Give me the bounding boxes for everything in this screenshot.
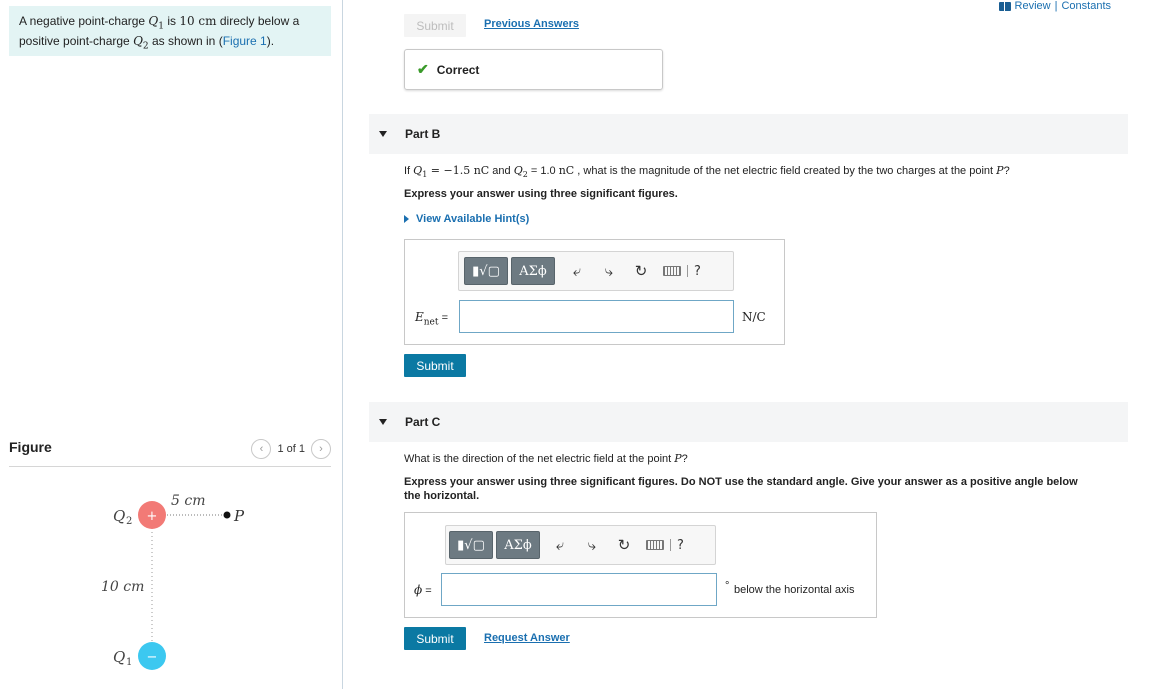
part-c-question: What is the direction of the net electri…: [404, 452, 688, 465]
view-hints-toggle[interactable]: View Available Hint(s): [404, 213, 529, 225]
part-c-answer-box: ▮√▢ ΑΣϕ ⤶ ⤷ ↻ ? ϕ = ° below the horizont…: [404, 512, 877, 618]
collapse-triangle-icon: [379, 131, 387, 137]
chevron-left-icon: ‹: [259, 443, 264, 455]
part-c-toolbar: ▮√▢ ΑΣϕ ⤶ ⤷ ↻ ?: [445, 525, 716, 565]
part-c-submit-button[interactable]: Submit: [404, 627, 466, 650]
phi-input[interactable]: [441, 573, 717, 606]
top-links-separator: |: [1054, 0, 1058, 12]
part-a-submit-button[interactable]: Submit: [404, 14, 466, 37]
keyboard-icon[interactable]: [644, 531, 666, 559]
e-net-label: Enet =: [415, 310, 448, 328]
review-link[interactable]: Review: [1015, 0, 1051, 12]
previous-answers-link[interactable]: Previous Answers: [484, 18, 579, 30]
horizontal-distance-label: 5 cm: [171, 493, 205, 509]
chevron-right-icon: ›: [319, 443, 323, 455]
part-c-header[interactable]: Part C: [369, 402, 1128, 442]
plus-sign: +: [147, 509, 158, 524]
problem-panel: A negative point-charge Q1 is 10 cm dire…: [0, 0, 343, 689]
templates-icon[interactable]: ▮√▢: [464, 257, 508, 285]
redo-icon[interactable]: ⤷: [578, 531, 606, 559]
part-b-answer-box: ▮√▢ ΑΣϕ ⤶ ⤷ ↻ ? Enet = N/C: [404, 239, 785, 345]
correct-feedback: ✔ Correct: [404, 49, 663, 90]
undo-icon[interactable]: ⤶: [546, 531, 574, 559]
next-figure-button[interactable]: ›: [311, 439, 331, 459]
hint-label: View Available Hint(s): [416, 213, 530, 225]
point-p-dot: [223, 511, 231, 519]
unit-label: N/C: [742, 310, 766, 324]
problem-statement: A negative point-charge Q1 is 10 cm dire…: [9, 6, 331, 56]
charge-figure: + − P Q 2 Q 1 5 cm 10 cm: [101, 493, 245, 670]
part-b-instruction: Express your answer using three signific…: [404, 188, 678, 200]
problem-line-2: positive point-charge Q2 as shown in (Fi…: [19, 34, 275, 52]
e-net-input[interactable]: [459, 300, 734, 333]
expand-triangle-icon: [404, 215, 409, 223]
greek-icon[interactable]: ΑΣϕ: [511, 257, 555, 285]
redo-icon[interactable]: ⤷: [595, 257, 623, 285]
figure-header: Figure ‹ 1 of 1 ›: [9, 437, 331, 467]
part-b-title: Part B: [405, 127, 441, 141]
degree-symbol: °: [725, 580, 730, 592]
keyboard-icon[interactable]: [661, 257, 683, 285]
q1-label: Q: [113, 648, 125, 666]
reset-icon[interactable]: ↻: [627, 257, 655, 285]
feedback-text: Correct: [436, 62, 480, 77]
unit-label: below the horizontal axis: [734, 584, 855, 596]
part-c-instruction: Express your answer using three signific…: [404, 476, 1078, 502]
minus-sign: −: [147, 650, 158, 665]
figure-pager: ‹ 1 of 1 ›: [251, 439, 331, 459]
q2-subscript: 2: [126, 516, 132, 527]
prev-figure-button[interactable]: ‹: [251, 439, 272, 459]
part-b-question: If Q1 = −1.5 nC and Q2 = 1.0 nC , what i…: [404, 164, 1010, 180]
part-b-submit-button[interactable]: Submit: [404, 354, 466, 377]
vertical-distance-label: 10 cm: [101, 579, 144, 595]
greek-icon[interactable]: ΑΣϕ: [496, 531, 540, 559]
templates-icon[interactable]: ▮√▢: [449, 531, 493, 559]
constants-link[interactable]: Constants: [1061, 0, 1111, 12]
figure-page-indicator: 1 of 1: [277, 443, 305, 455]
figure-title: Figure: [9, 439, 52, 455]
request-answer-link[interactable]: Request Answer: [484, 632, 570, 644]
book-icon: [998, 1, 1011, 11]
part-c-title: Part C: [405, 415, 441, 429]
problem-line-1: A negative point-charge Q1 is 10 cm dire…: [19, 14, 300, 32]
collapse-triangle-icon: [379, 419, 387, 425]
figure-link[interactable]: Figure 1: [223, 34, 267, 48]
undo-icon[interactable]: ⤶: [563, 257, 591, 285]
top-links: Review | Constants: [998, 0, 1111, 12]
reset-icon[interactable]: ↻: [610, 531, 638, 559]
help-icon[interactable]: ?: [677, 538, 684, 553]
point-p-label: P: [233, 507, 245, 525]
q1-subscript: 1: [126, 657, 132, 668]
q2-label: Q: [113, 507, 125, 525]
checkmark-icon: ✔: [417, 61, 429, 77]
part-b-toolbar: ▮√▢ ΑΣϕ ⤶ ⤷ ↻ ?: [458, 251, 734, 291]
help-icon[interactable]: ?: [694, 264, 701, 279]
phi-label: ϕ =: [414, 583, 432, 597]
part-b-header[interactable]: Part B: [369, 114, 1128, 154]
